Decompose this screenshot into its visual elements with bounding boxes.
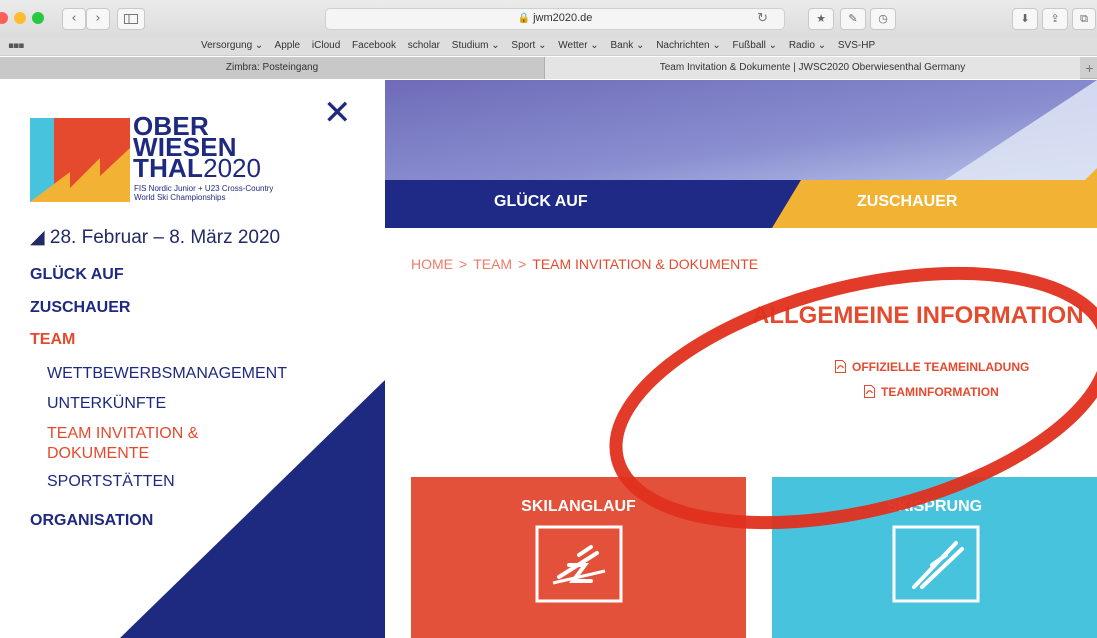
section-title: ALLGEMEINE INFORMATION <box>752 302 1084 329</box>
url-text: jwm2020.de <box>533 12 593 24</box>
breadcrumb: HOME > TEAM > TEAM INVITATION & DOKUMENTE <box>411 256 758 272</box>
link-offizielle-teameinladung[interactable]: OFFIZIELLE TEAMEINLADUNG <box>835 360 1029 374</box>
close-menu-button[interactable]: ✕ <box>323 96 352 130</box>
tab-zimbra[interactable]: Zimbra: Posteingang <box>0 57 545 79</box>
chevron-left-icon: ‹ <box>71 11 77 26</box>
sidebar-toggle-button[interactable] <box>117 8 145 30</box>
breadcrumb-separator: > <box>459 256 468 272</box>
chevron-right-icon: › <box>95 11 101 26</box>
tab-team-invitation[interactable]: Team Invitation & Dokumente | JWSC2020 O… <box>545 57 1080 79</box>
back-button[interactable]: ‹ <box>62 8 86 30</box>
lock-icon: 🔒 <box>517 13 531 24</box>
share-icon: ⇪ <box>1050 12 1060 25</box>
close-window-button[interactable] <box>0 12 8 24</box>
browser-toolbar: ‹ › 🔒 jwm2020.de ↻ ★ ✎ ◷ ⬇ ⇪ ⧉ <box>0 0 1097 37</box>
pdf-icon <box>864 385 875 398</box>
bookmarks-bar: ▪▪▪ Versorgung ⌄ Apple iCloud Facebook s… <box>0 37 1097 56</box>
downloads-button[interactable]: ⬇ <box>1012 8 1038 30</box>
menu-item-zuschauer[interactable]: ZUSCHAUER <box>30 299 130 317</box>
bookmark-item[interactable]: iCloud <box>312 40 340 51</box>
event-dates: ◢ 28. Februar – 8. März 2020 <box>30 227 281 248</box>
link-teaminformation[interactable]: TEAMINFORMATION <box>864 385 999 399</box>
logo-mark <box>30 118 130 202</box>
menu-item-organisation[interactable]: ORGANISATION <box>30 512 153 530</box>
submenu-item-unterkuenfte[interactable]: UNTERKÜNFTE <box>47 394 166 414</box>
address-bar[interactable]: 🔒 jwm2020.de ↻ <box>325 8 785 30</box>
markup-button[interactable]: ✎ <box>840 8 866 30</box>
bookmark-item[interactable]: Nachrichten ⌄ <box>656 40 721 51</box>
share-button[interactable]: ⇪ <box>1042 8 1068 30</box>
menu-item-team[interactable]: TEAM <box>30 331 75 349</box>
bookmark-item[interactable]: Fußball ⌄ <box>733 40 778 51</box>
bookmark-item[interactable]: Versorgung ⌄ <box>201 40 263 51</box>
reload-icon[interactable]: ↻ <box>757 11 768 26</box>
tabs-icon: ⧉ <box>1080 12 1088 25</box>
hero-header <box>385 80 1097 228</box>
bookmark-item[interactable]: SVS-HP <box>838 40 875 51</box>
forward-button[interactable]: › <box>86 8 110 30</box>
bookmark-item[interactable]: Radio ⌄ <box>789 40 826 51</box>
tile-skilanglauf[interactable]: SKILANGLAUF <box>411 477 746 638</box>
star-icon: ★ <box>816 12 826 25</box>
tile-label: SKISPRUNG <box>886 498 983 515</box>
tab-bar: Zimbra: Posteingang Team Invitation & Do… <box>0 57 1097 79</box>
bookmark-star-button[interactable]: ★ <box>808 8 834 30</box>
bookmark-item[interactable]: scholar <box>408 40 440 51</box>
pdf-icon <box>835 360 846 373</box>
minimize-window-button[interactable] <box>14 12 26 24</box>
bookmark-item[interactable]: Studium ⌄ <box>452 40 500 51</box>
breadcrumb-team[interactable]: TEAM <box>473 256 512 272</box>
bookmark-item[interactable]: Wetter ⌄ <box>558 40 598 51</box>
apps-grid-icon[interactable]: ▪▪▪ <box>8 41 24 51</box>
sidebar-icon <box>124 14 138 24</box>
logo-text-thal: THAL2020 <box>133 153 261 183</box>
download-icon: ⬇ <box>1020 12 1030 25</box>
bookmark-list: Versorgung ⌄ Apple iCloud Facebook schol… <box>201 40 884 51</box>
tile-label: SKILANGLAUF <box>521 498 636 515</box>
bookmark-item[interactable]: Bank ⌄ <box>610 40 644 51</box>
history-button[interactable]: ◷ <box>870 8 896 30</box>
bookmark-item[interactable]: Sport ⌄ <box>511 40 546 51</box>
ski-jumper-icon <box>892 525 980 603</box>
zoom-window-button[interactable] <box>32 12 44 24</box>
clock-icon: ◷ <box>878 12 888 25</box>
logo-subtitle-2: World Ski Championships <box>134 193 226 202</box>
breadcrumb-home[interactable]: HOME <box>411 256 453 272</box>
bookmark-item[interactable]: Apple <box>275 40 301 51</box>
breadcrumb-current: TEAM INVITATION & DOKUMENTE <box>532 256 759 272</box>
screen: ‹ › 🔒 jwm2020.de ↻ ★ ✎ ◷ ⬇ ⇪ ⧉ ▪▪▪ Versor… <box>0 0 1097 638</box>
menu-item-gluck-auf[interactable]: GLÜCK AUF <box>30 266 124 284</box>
submenu-item-team-invitation[interactable]: TEAM INVITATION & DOKUMENTE <box>47 424 247 464</box>
pen-icon: ✎ <box>848 12 858 25</box>
nav-zuschauer[interactable]: ZUSCHAUER <box>857 193 957 211</box>
submenu-item-sportstaetten[interactable]: SPORTSTÄTTEN <box>47 472 175 492</box>
tile-skisprung[interactable]: SKISPRUNG <box>772 477 1097 638</box>
tab-overview-button[interactable]: ⧉ <box>1072 8 1096 30</box>
submenu-item-wettbewerbsmanagement[interactable]: WETTBEWERBSMANAGEMENT <box>47 364 287 384</box>
logo-subtitle-1: FIS Nordic Junior + U23 Cross-Country <box>134 184 274 193</box>
cross-country-skier-icon <box>535 525 623 603</box>
new-tab-button[interactable]: + <box>1082 57 1097 79</box>
nav-gluck-auf[interactable]: GLÜCK AUF <box>494 193 588 211</box>
bookmark-item[interactable]: Facebook <box>352 40 396 51</box>
breadcrumb-separator: > <box>518 256 527 272</box>
